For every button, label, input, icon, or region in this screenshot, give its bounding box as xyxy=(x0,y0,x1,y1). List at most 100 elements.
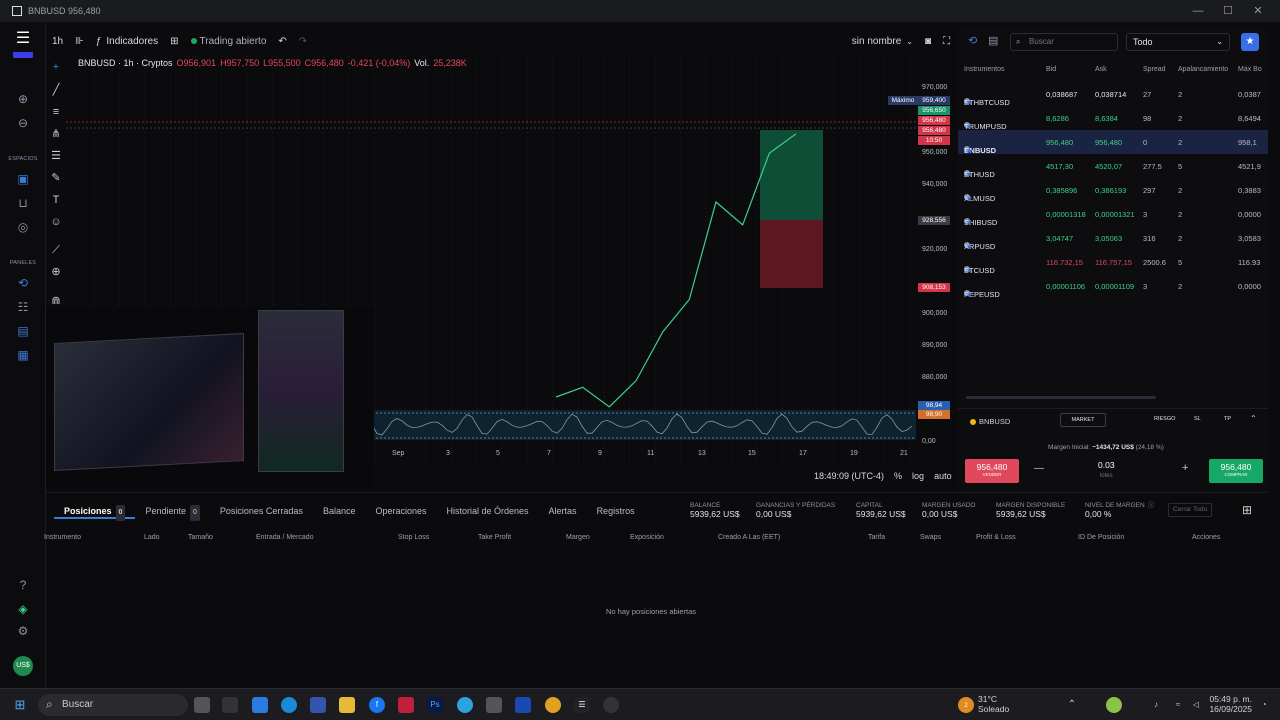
crosshair-icon[interactable]: + xyxy=(48,59,64,75)
instrument-search-input[interactable]: ⌕ Buscar xyxy=(1010,33,1118,51)
camera-icon[interactable]: ◙ xyxy=(919,30,937,52)
templates-icon[interactable]: ⊞ xyxy=(164,30,184,52)
fib-icon[interactable]: ☰ xyxy=(48,148,64,164)
column-header[interactable]: Take Profit xyxy=(478,534,511,541)
time-axis[interactable]: Sep 3 5 7 9 11 13 15 17 19 21 xyxy=(370,450,916,464)
collapse-chevron-icon[interactable]: ⌃ xyxy=(1250,414,1257,423)
order-type-dropdown[interactable]: MARKET xyxy=(1060,413,1106,427)
tab-balance[interactable]: Balance xyxy=(313,503,366,519)
help-icon[interactable]: ? xyxy=(12,576,34,594)
instrument-row[interactable]: TRUMPUSD ★ 8,6286 8,6384 98 2 8,6494 xyxy=(958,106,1268,131)
undo-icon[interactable]: ↶ xyxy=(272,30,292,52)
file-explorer-icon[interactable] xyxy=(339,697,355,713)
menu-icon[interactable]: ☰ xyxy=(12,30,34,48)
indicators-button[interactable]: ƒ Indicadores xyxy=(90,30,164,52)
col-spread[interactable]: Spread xyxy=(1143,66,1166,73)
grid-layout-icon[interactable]: ⊞ xyxy=(1242,503,1252,517)
column-header[interactable]: Margen xyxy=(566,534,590,541)
shield-icon[interactable]: ◈ xyxy=(12,600,34,618)
watchlist-panel-icon[interactable]: ⟲ xyxy=(12,274,34,292)
close-window-button[interactable]: ✕ xyxy=(1242,0,1274,22)
tab-operations[interactable]: Operaciones xyxy=(365,503,436,519)
windows-start-icon[interactable]: ⊞ xyxy=(12,697,28,713)
tab-positions[interactable]: Posiciones 0 xyxy=(54,503,136,521)
layout-panel-icon[interactable]: ▦ xyxy=(12,346,34,364)
app-icon[interactable] xyxy=(486,697,502,713)
emoji-icon[interactable]: ☺ xyxy=(48,214,64,230)
telegram-icon[interactable] xyxy=(457,697,473,713)
chart-space-icon[interactable]: ▣ xyxy=(12,170,34,188)
trading-toggle[interactable]: Trading abierto xyxy=(185,30,273,52)
tab-logs[interactable]: Registros xyxy=(587,503,645,519)
ruler-icon[interactable]: ⟋ xyxy=(48,242,64,258)
watchlist-icon[interactable]: ⟲ xyxy=(968,34,977,52)
tab-order-history[interactable]: Historial de Órdenes xyxy=(437,503,539,519)
app-icon[interactable] xyxy=(603,697,619,713)
text-tool-icon[interactable]: T xyxy=(48,192,64,208)
instrument-row[interactable]: PEPEUSD ★ 0,00001106 0,00001109 3 2 0,0000 xyxy=(958,274,1268,299)
calendar-icon[interactable]: ▤ xyxy=(988,34,998,52)
column-header[interactable]: Tamaño xyxy=(188,534,213,541)
clock-readout[interactable]: 18:49:09 (UTC-4) xyxy=(814,471,884,481)
risk-toggle[interactable]: RIESGO xyxy=(1154,416,1175,422)
buy-button[interactable]: 956,480 COMPRAR xyxy=(1209,459,1263,483)
layout-name-dropdown[interactable]: sin nombre ⌄ xyxy=(846,30,919,52)
favorite-star-icon[interactable]: ★ xyxy=(966,290,973,299)
positions-panel-icon[interactable]: ▤ xyxy=(12,322,34,340)
trading-app-icon[interactable]: ☰ xyxy=(574,697,590,713)
column-header[interactable]: Acciones xyxy=(1192,534,1220,541)
column-header[interactable]: Exposición xyxy=(630,534,664,541)
horizontal-scrollbar[interactable] xyxy=(966,396,1156,399)
column-header[interactable]: Entrada / Mercado xyxy=(256,534,314,541)
trend-line-icon[interactable]: ╱ xyxy=(48,82,64,98)
column-header[interactable]: Swaps xyxy=(920,534,941,541)
taskbar-search-box[interactable]: ⌕ Buscar xyxy=(38,694,188,716)
increase-qty-button[interactable]: + xyxy=(1182,462,1188,474)
pitchfork-icon[interactable]: ⋔ xyxy=(48,126,64,142)
minimize-button[interactable]: — xyxy=(1182,0,1214,22)
percent-scale-toggle[interactable]: % xyxy=(894,471,902,481)
col-leverage[interactable]: Apalancamiento xyxy=(1178,66,1228,73)
wifi-icon[interactable]: ≈ xyxy=(1170,697,1186,713)
column-header[interactable]: Stop Loss xyxy=(398,534,429,541)
tray-chevron-icon[interactable]: ⌃ xyxy=(1064,697,1080,713)
column-header[interactable]: ID De Posición xyxy=(1078,534,1124,541)
app-icon[interactable] xyxy=(222,697,238,713)
zoom-tool-icon[interactable]: ⊕ xyxy=(48,264,64,280)
column-header[interactable]: Instrumento xyxy=(44,534,81,541)
sell-button[interactable]: 956,480 VENDER xyxy=(965,459,1019,483)
tab-pending[interactable]: Pendiente 0 xyxy=(135,503,209,521)
zoom-in-icon[interactable]: ⊕ xyxy=(12,90,34,108)
notifications-bell-icon[interactable]: ◔ xyxy=(1256,697,1272,713)
magnet-icon[interactable]: ⋒ xyxy=(48,293,64,309)
col-ask[interactable]: Ask xyxy=(1095,66,1107,73)
tab-closed-positions[interactable]: Posiciones Cerradas xyxy=(210,503,313,519)
coin-icon[interactable]: ◎ xyxy=(12,218,34,236)
instrument-row[interactable]: XLMUSD ★ 0,385896 0,386193 297 2 0,3883 xyxy=(958,178,1268,203)
column-header[interactable]: Lado xyxy=(144,534,160,541)
chrome-icon[interactable] xyxy=(545,697,561,713)
app-icon[interactable] xyxy=(398,697,414,713)
horizontal-lines-icon[interactable]: ≡ xyxy=(48,104,64,120)
taskbar-clock[interactable]: 05:49 p. m. 16/09/2025 xyxy=(1206,694,1252,714)
brush-icon[interactable]: ✎ xyxy=(48,170,64,186)
weather-icon[interactable]: 2 xyxy=(958,697,974,713)
app-icon[interactable] xyxy=(515,697,531,713)
column-header[interactable]: Profit & Loss xyxy=(976,534,1016,541)
col-max[interactable]: Máx Bo xyxy=(1238,66,1262,73)
fullscreen-icon[interactable]: ⛶ xyxy=(937,30,956,52)
decrease-qty-button[interactable]: — xyxy=(1034,463,1044,474)
task-view-icon[interactable] xyxy=(194,697,210,713)
zoom-out-icon[interactable]: ⊖ xyxy=(12,114,34,132)
col-bid[interactable]: Bid xyxy=(1046,66,1056,73)
instrument-row[interactable]: BNBUSD ★ 956,480 956,480 0 2 958,1 xyxy=(958,130,1268,155)
instrument-row[interactable]: XRPUSD ★ 3,04747 3,05063 316 2 3,0583 xyxy=(958,226,1268,251)
account-avatar[interactable]: US$ xyxy=(13,656,33,676)
tp-toggle[interactable]: TP xyxy=(1224,416,1231,422)
instrument-row[interactable]: BTCUSD ★ 116.732,15 116.757,15 2500.6 5 116.93 xyxy=(958,250,1268,275)
instrument-row[interactable]: ETHUSD ★ 4517,30 4520,07 277.5 5 4521,9 xyxy=(958,154,1268,179)
favorites-star-icon[interactable]: ★ xyxy=(1241,33,1259,51)
microphone-icon[interactable]: ♪ xyxy=(1148,697,1164,713)
orders-panel-icon[interactable]: ☷ xyxy=(12,298,34,316)
weather-widget[interactable]: 31°C Soleado xyxy=(978,694,1009,714)
